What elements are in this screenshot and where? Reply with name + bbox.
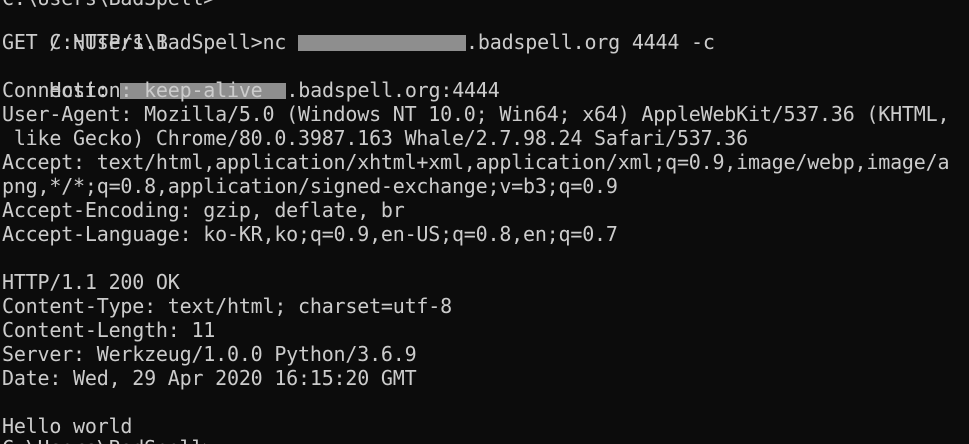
request-line: GET / HTTP/1.1 [2,30,168,54]
response-body: Hello world [2,414,133,438]
accept-encoding-header: Accept-Encoding: gzip, deflate, br [2,198,405,222]
scrollbar-gap [963,0,969,80]
user-agent-header: User-Agent: Mozilla/5.0 (Windows NT 10.0… [2,102,950,126]
redacted-hostname [298,35,467,51]
content-type-header: Content-Type: text/html; charset=utf-8 [2,294,452,318]
server-header: Server: Werkzeug/1.0.0 Python/3.6.9 [2,342,417,366]
response-status-line: HTTP/1.1 200 OK [2,270,180,294]
terminal-window[interactable]: C:\Users\BadSpell> C:\Users\BadSpell>nc … [0,0,969,444]
prompt-line-partial-bottom: C:\Users\BadSpell> [2,436,215,444]
date-header: Date: Wed, 29 Apr 2020 16:15:20 GMT [2,366,417,390]
connection-header: Connection: keep-alive [2,78,263,102]
accept-header-continued: png,*/*;q=0.8,application/signed-exchang… [2,174,618,198]
host-header-suffix: .badspell.org:4444 [286,78,500,102]
command-host-suffix: .badspell.org 4444 -c [466,30,715,54]
host-header: Host: .badspell.org:4444 [2,54,499,102]
accept-header: Accept: text/html,application/xhtml+xml,… [2,150,950,174]
content-length-header: Content-Length: 11 [2,318,216,342]
accept-language-header: Accept-Language: ko-KR,ko;q=0.9,en-US;q=… [2,222,618,246]
user-agent-header-continued: like Gecko) Chrome/80.0.3987.163 Whale/2… [2,126,748,150]
command-line: C:\Users\BadSpell>nc .badspell.org 4444 … [2,6,715,54]
